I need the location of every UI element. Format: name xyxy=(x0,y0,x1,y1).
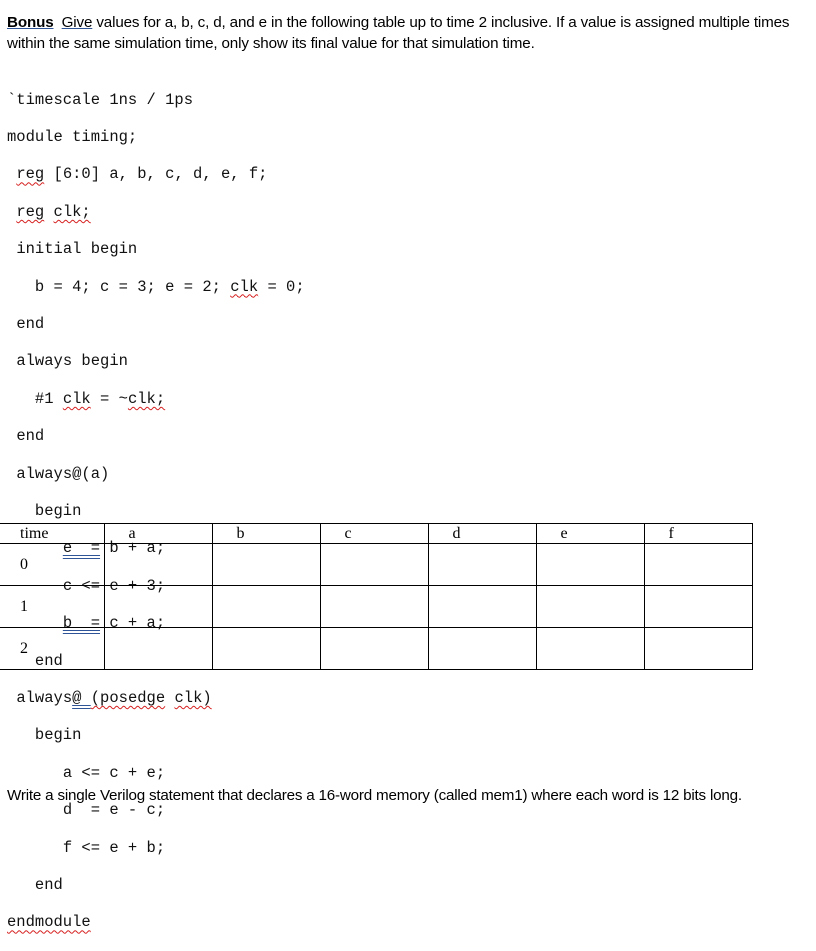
value-cell-e[interactable] xyxy=(535,585,645,628)
value-cell-d[interactable] xyxy=(427,585,537,628)
value-cell-c[interactable] xyxy=(319,627,429,670)
code-line: always begin xyxy=(16,352,128,371)
time-cell: 1 xyxy=(0,585,105,628)
code-line: reg clk; xyxy=(16,202,91,221)
value-cell-b[interactable] xyxy=(211,627,321,670)
header-c: c xyxy=(319,523,429,544)
table-header-row: time a b c d e f xyxy=(0,523,753,544)
value-cell-a[interactable] xyxy=(103,543,213,586)
table-row: 0 xyxy=(0,543,753,586)
code-line: end xyxy=(16,315,45,334)
code-line: always@ (posedge clk) xyxy=(16,688,212,707)
value-cell-d[interactable] xyxy=(427,543,537,586)
code-line: a <= c + e; xyxy=(62,763,166,782)
header-f: f xyxy=(643,523,753,544)
time-cell: 0 xyxy=(0,543,105,586)
code-line: f <= e + b; xyxy=(62,838,166,857)
verilog-code-block: `timescale 1ns / 1ps module timing; reg … xyxy=(7,72,305,951)
header-time: time xyxy=(0,523,105,544)
bonus-prompt: Bonus Give values for a, b, c, d, and e … xyxy=(7,12,812,54)
code-line: #1 clk = ~clk; xyxy=(34,389,166,408)
memory-declaration-question: Write a single Verilog statement that de… xyxy=(7,787,742,804)
header-d: d xyxy=(427,523,537,544)
bonus-label: Bonus xyxy=(7,14,54,31)
table-row: 1 xyxy=(0,585,753,628)
header-a: a xyxy=(103,523,213,544)
value-cell-f[interactable] xyxy=(643,543,753,586)
code-line: `timescale 1ns / 1ps xyxy=(7,90,194,109)
give-word: Give xyxy=(61,14,93,31)
value-cell-a[interactable] xyxy=(103,585,213,628)
code-line: end xyxy=(34,875,63,894)
value-cell-c[interactable] xyxy=(319,543,429,586)
value-cell-a[interactable] xyxy=(103,627,213,670)
code-line: initial begin xyxy=(16,240,138,259)
code-line: begin xyxy=(34,502,82,520)
prompt-text: values for a, b, c, d, and e in the foll… xyxy=(7,14,790,52)
value-cell-f[interactable] xyxy=(643,585,753,628)
time-cell: 2 xyxy=(0,627,105,670)
value-cell-b[interactable] xyxy=(211,585,321,628)
header-b: b xyxy=(211,523,321,544)
value-cell-e[interactable] xyxy=(535,543,645,586)
value-cell-e[interactable] xyxy=(535,627,645,670)
code-line: begin xyxy=(34,726,82,745)
code-line: always@(a) xyxy=(16,464,110,483)
code-line: endmodule xyxy=(7,913,91,932)
table-row: 2 xyxy=(0,627,753,670)
value-cell-d[interactable] xyxy=(427,627,537,670)
code-line: reg [6:0] a, b, c, d, e, f; xyxy=(16,165,268,184)
code-line: end xyxy=(16,427,45,446)
value-cell-c[interactable] xyxy=(319,585,429,628)
value-cell-b[interactable] xyxy=(211,543,321,586)
simulation-table: time a b c d e f 0 1 2 xyxy=(0,523,753,670)
code-line: b = 4; c = 3; e = 2; clk = 0; xyxy=(34,277,305,296)
value-cell-f[interactable] xyxy=(643,627,753,670)
code-line: module timing; xyxy=(7,128,138,147)
header-e: e xyxy=(535,523,645,544)
